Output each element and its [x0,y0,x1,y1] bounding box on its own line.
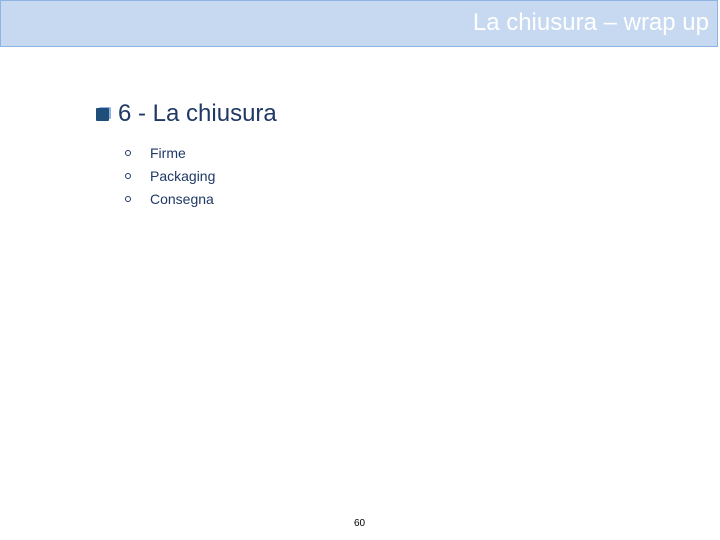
list-item-label: Packaging [150,167,216,184]
title-bar: La chiusura – wrap up [0,0,718,47]
list-item-label: Firme [150,144,186,161]
page-number: 60 [354,518,366,529]
hollow-circle-bullet-icon [125,172,131,179]
list-item-label: Consegna [150,190,214,207]
section-title: 6 - La chiusura [118,100,277,127]
list-item: Packaging [125,164,215,187]
slide-title: La chiusura – wrap up [472,9,709,36]
hollow-circle-bullet-icon [125,149,131,156]
list-item: Firme [125,141,215,164]
list-item: Consegna [125,187,215,210]
square-bullet-icon [96,106,111,122]
sub-item-list: Firme Packaging Consegna [125,141,215,210]
section-heading: 6 - La chiusura [96,100,277,128]
hollow-circle-bullet-icon [125,195,131,202]
